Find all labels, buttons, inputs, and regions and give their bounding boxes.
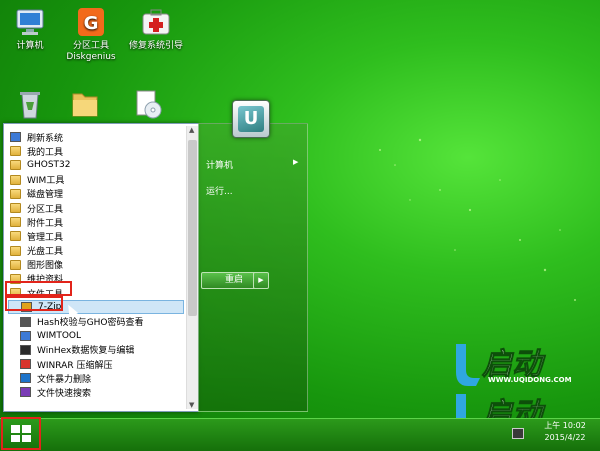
folder-icon bbox=[10, 259, 21, 270]
user-picture[interactable]: U bbox=[232, 100, 270, 138]
scrollbar-thumb[interactable] bbox=[188, 140, 197, 316]
program-item[interactable]: 我的工具 bbox=[8, 144, 184, 158]
recycle-bin-icon bbox=[14, 88, 46, 120]
force-delete-icon bbox=[20, 373, 31, 384]
file-search-icon bbox=[20, 387, 31, 398]
programs-panel: 刷新系统我的工具 GHOST32 WIM工具磁盘管理分区工具附件工具管理工具光盘工具… bbox=[3, 123, 199, 412]
computer-icon bbox=[14, 6, 46, 38]
programs-scrollbar[interactable]: ▲ ▼ bbox=[186, 126, 198, 409]
scroll-down-icon[interactable]: ▼ bbox=[189, 401, 194, 409]
refresh-icon bbox=[10, 132, 21, 143]
cd-document-icon bbox=[131, 88, 163, 120]
winhex-icon bbox=[20, 344, 31, 355]
highlight-start-button bbox=[1, 417, 41, 450]
folder-icon bbox=[10, 174, 21, 185]
program-item[interactable]: GHOST32 bbox=[8, 158, 184, 172]
program-item[interactable]: 图形图像 bbox=[8, 258, 184, 272]
desktop-icon-label: 分区工具 Diskgenius bbox=[66, 41, 116, 62]
start-computer-label: 计算机 bbox=[206, 161, 234, 171]
program-item[interactable]: 管理工具 bbox=[8, 229, 184, 243]
folder-icon bbox=[10, 245, 21, 256]
program-label: 文件暴力删除 bbox=[37, 374, 92, 385]
program-item[interactable]: 文件暴力删除 bbox=[8, 371, 184, 385]
program-label: WINRAR 压缩解压 bbox=[37, 360, 113, 371]
program-label: 光盘工具 bbox=[27, 247, 64, 258]
program-label: 图形图像 bbox=[27, 261, 64, 272]
user-logo-icon: U bbox=[238, 106, 264, 132]
highlight-file-tools bbox=[5, 281, 72, 296]
program-label: Hash校验与GHO密码查看 bbox=[37, 318, 144, 329]
program-item[interactable]: 刷新系统 bbox=[8, 130, 184, 144]
folder-icon bbox=[10, 160, 21, 171]
diskgenius-icon: G bbox=[75, 6, 107, 38]
program-label: 管理工具 bbox=[27, 232, 64, 243]
program-label: WIMTOOL bbox=[37, 330, 81, 341]
chevron-right-icon: ▶ bbox=[293, 158, 299, 166]
restart-label: 重启 bbox=[224, 275, 243, 285]
clock-time: 上午 10:02 bbox=[544, 421, 586, 430]
folder-icon bbox=[10, 188, 21, 199]
wimtool-icon bbox=[20, 330, 31, 341]
program-label: 我的工具 bbox=[27, 147, 64, 158]
taskbar bbox=[0, 418, 600, 451]
program-item[interactable]: 附件工具 bbox=[8, 215, 184, 229]
program-label: WIM工具 bbox=[27, 176, 65, 187]
program-item[interactable]: 光盘工具 bbox=[8, 244, 184, 258]
program-item[interactable]: Hash校验与GHO密码查看 bbox=[8, 314, 184, 328]
restart-options-button[interactable]: ▶ bbox=[253, 272, 269, 289]
program-item[interactable]: WINRAR 压缩解压 bbox=[8, 357, 184, 371]
program-label: 磁盘管理 bbox=[27, 190, 64, 201]
folder-icon bbox=[10, 146, 21, 157]
folder-icon bbox=[10, 217, 21, 228]
desktop-icon-repair-boot[interactable]: 修复系统引导 bbox=[121, 6, 191, 52]
start-run-item[interactable]: 运行... bbox=[206, 184, 233, 197]
folder-icon bbox=[69, 88, 101, 120]
folder-icon bbox=[10, 203, 21, 214]
svg-text:G: G bbox=[84, 13, 99, 34]
logo-url: WWW.UQIDONG.COM bbox=[488, 376, 572, 384]
hash-icon bbox=[20, 316, 31, 327]
taskbar-clock[interactable]: 上午 10:02 2015/4/22 bbox=[530, 420, 600, 444]
start-computer-item[interactable]: 计算机 ▶ bbox=[206, 158, 306, 171]
program-item[interactable]: 分区工具 bbox=[8, 201, 184, 215]
program-item[interactable]: 文件快速搜索 bbox=[8, 385, 184, 399]
program-label: WinHex数据恢复与编辑 bbox=[37, 346, 135, 357]
program-label: 刷新系统 bbox=[27, 133, 64, 144]
desktop-icon-label: 修复系统引导 bbox=[128, 41, 183, 51]
highlight-7zip bbox=[5, 296, 63, 311]
tray-icon[interactable] bbox=[512, 428, 524, 439]
program-item[interactable]: WIMTOOL bbox=[8, 329, 184, 343]
chevron-right-icon: ▶ bbox=[258, 276, 264, 284]
programs-list: 刷新系统我的工具 GHOST32 WIM工具磁盘管理分区工具附件工具管理工具光盘工具… bbox=[8, 130, 184, 400]
repair-boot-icon bbox=[140, 6, 172, 38]
program-label: GHOST32 bbox=[27, 160, 71, 171]
program-item[interactable]: WinHex数据恢复与编辑 bbox=[8, 343, 184, 357]
desktop-icon-diskgenius[interactable]: G 分区工具 Diskgenius bbox=[56, 6, 126, 63]
program-item[interactable]: WIM工具 bbox=[8, 173, 184, 187]
clock-date: 2015/4/22 bbox=[544, 433, 586, 442]
program-item[interactable]: 磁盘管理 bbox=[8, 187, 184, 201]
scroll-up-icon[interactable]: ▲ bbox=[189, 126, 194, 134]
start-run-label: 运行... bbox=[206, 187, 233, 197]
program-label: 附件工具 bbox=[27, 218, 64, 229]
winrar-icon bbox=[20, 359, 31, 370]
folder-icon bbox=[10, 231, 21, 242]
program-label: 文件快速搜索 bbox=[37, 388, 92, 399]
program-label: 分区工具 bbox=[27, 204, 64, 215]
